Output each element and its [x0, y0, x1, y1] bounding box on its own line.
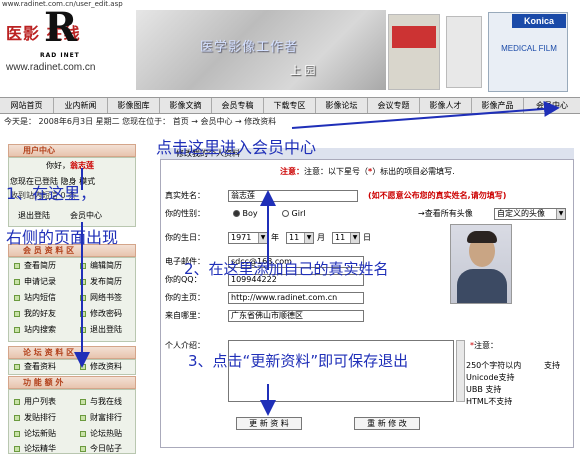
arrow-to-member-center: [291, 100, 560, 129]
annotation-top: 点击这里进入会员中心: [156, 138, 317, 157]
annotation-step1-a: 1、在这里，: [6, 184, 97, 203]
annotation-step3: 3、点击“更新资料”即可保存退出: [188, 352, 409, 370]
annotation-step1-b: 右侧的页面出现: [6, 228, 119, 247]
annotation-step2: 2、在这里添加自己的真实姓名: [184, 260, 389, 278]
